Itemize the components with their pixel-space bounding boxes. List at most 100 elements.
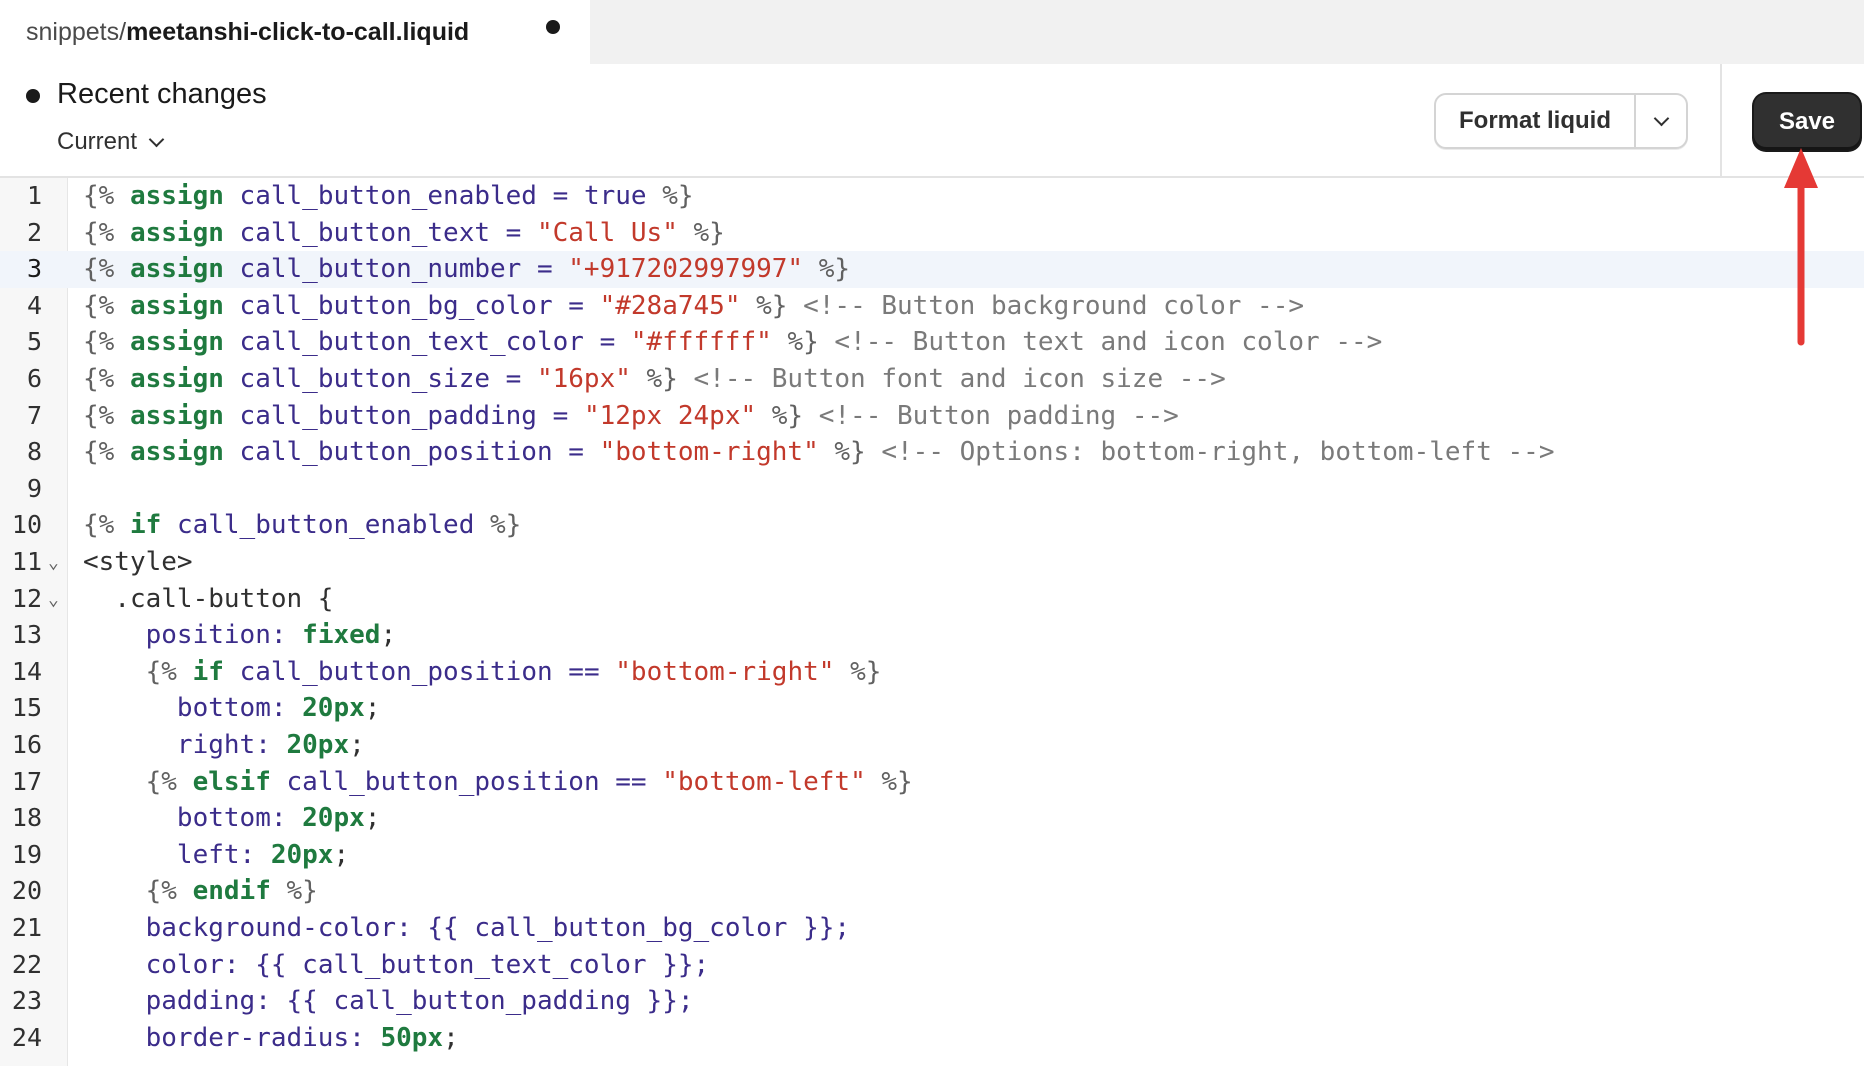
code-line[interactable]: 3 {% assign call_button_number = "+917202… bbox=[0, 251, 1864, 288]
line-number: 23 bbox=[11, 986, 42, 1016]
line-number: 20 bbox=[11, 876, 42, 906]
liquid-delimiter: {% bbox=[83, 437, 115, 468]
line-number: 15 bbox=[11, 693, 42, 723]
code-line[interactable]: 13 position: fixed; bbox=[0, 617, 1864, 654]
liquid-variable: call_button_text_color bbox=[302, 949, 647, 980]
fold-chevron-icon[interactable]: ⌄ bbox=[48, 545, 59, 582]
code-content: right: 20px; bbox=[83, 727, 365, 764]
line-number: 21 bbox=[11, 913, 42, 942]
code-line[interactable]: 4 {% assign call_button_bg_color = "#28a7… bbox=[0, 288, 1864, 325]
css-value: 20px bbox=[302, 693, 365, 724]
liquid-variable: call_button_enabled bbox=[176, 510, 475, 541]
code-line[interactable]: 22 color: {{ call_button_text_color }}; bbox=[0, 947, 1864, 984]
save-button[interactable]: Save bbox=[1754, 94, 1860, 150]
fold-chevron-icon[interactable]: ⌄ bbox=[48, 582, 59, 619]
liquid-variable: call_button_padding bbox=[333, 986, 631, 1017]
liquid-keyword: if bbox=[192, 656, 224, 687]
liquid-delimiter: {% bbox=[83, 217, 115, 248]
code-content: left: 20px; bbox=[83, 837, 349, 874]
liquid-delimiter: {% bbox=[83, 400, 115, 431]
code-line[interactable]: 14 {% if call_button_position == "bottom… bbox=[0, 654, 1864, 691]
code-line[interactable]: 6 {% assign call_button_size = "16px" %} … bbox=[0, 361, 1864, 398]
code-line[interactable]: 20 {% endif %} bbox=[0, 873, 1864, 910]
css-property: left: bbox=[176, 839, 271, 870]
code-line[interactable]: 17 {% elsif call_button_position == "bot… bbox=[0, 764, 1864, 801]
tab-filename: meetanshi-click-to-call.liquid bbox=[126, 17, 470, 46]
code-line[interactable]: 9 bbox=[0, 471, 1864, 508]
operator: == bbox=[615, 766, 647, 797]
code-line[interactable]: 1 {% assign call_button_enabled = true %} bbox=[0, 178, 1864, 215]
code-line[interactable]: 10 {% if call_button_enabled %} bbox=[0, 507, 1864, 544]
css-value: 20px bbox=[302, 803, 365, 834]
code-line[interactable]: 2 {% assign call_button_text = "Call Us" … bbox=[0, 215, 1864, 252]
code-line[interactable]: 11 ⌄ <style> bbox=[0, 544, 1864, 581]
code-line[interactable]: 5 {% assign call_button_text_color = "#ff… bbox=[0, 324, 1864, 361]
code-line[interactable]: 8 {% assign call_button_position = "botto… bbox=[0, 434, 1864, 471]
line-number: 14 bbox=[11, 656, 42, 686]
html-comment: <!-- Options: bottom-right, bottom-left … bbox=[881, 437, 1555, 468]
line-number: 18 bbox=[11, 803, 42, 833]
format-liquid-button[interactable]: Format liquid bbox=[1436, 95, 1636, 147]
code-line[interactable]: 24 border-radius: 50px; bbox=[0, 1020, 1864, 1057]
version-label: Current bbox=[57, 128, 138, 155]
code-line[interactable]: 16 right: 20px; bbox=[0, 727, 1864, 764]
liquid-variable: call_button_position bbox=[239, 437, 553, 468]
line-number: 22 bbox=[11, 949, 42, 979]
liquid-delimiter: %} bbox=[662, 181, 694, 211]
code-content: {% assign call_button_text = "Call Us" %… bbox=[83, 215, 725, 252]
html-comment: <!-- Button font and icon size --> bbox=[693, 364, 1226, 394]
liquid-keyword: assign bbox=[129, 327, 224, 358]
code-content: .call-button { bbox=[83, 581, 333, 618]
liquid-keyword: assign bbox=[129, 217, 224, 248]
liquid-variable: call_button_bg_color bbox=[474, 913, 788, 943]
code-content: padding: {{ call_button_padding }}; bbox=[83, 983, 694, 1020]
css-property: position: bbox=[145, 620, 303, 651]
code-text: ; bbox=[443, 1022, 459, 1053]
liquid-variable: call_button_enabled bbox=[239, 181, 537, 211]
header-divider bbox=[1720, 64, 1722, 178]
code-line[interactable]: 18 bottom: 20px; bbox=[0, 800, 1864, 837]
code-line[interactable]: 15 bottom: 20px; bbox=[0, 690, 1864, 727]
code-line[interactable]: 23 padding: {{ call_button_padding }}; bbox=[0, 983, 1864, 1020]
html-comment: <!-- Button padding --> bbox=[818, 400, 1179, 431]
line-number: 17 bbox=[11, 766, 42, 796]
code-line[interactable]: 21 background-color: {{ call_button_bg_c… bbox=[0, 910, 1864, 947]
format-options-button[interactable] bbox=[1636, 95, 1686, 147]
code-line[interactable]: 12 ⌄ .call-button { bbox=[0, 581, 1864, 618]
version-dropdown[interactable]: Current bbox=[57, 128, 165, 156]
file-tab[interactable]: snippets/meetanshi-click-to-call.liquid bbox=[0, 0, 590, 64]
chevron-down-icon bbox=[1653, 110, 1669, 126]
css-property: right: bbox=[176, 730, 287, 760]
code-line[interactable]: 19 left: 20px; bbox=[0, 837, 1864, 874]
liquid-keyword: assign bbox=[129, 290, 224, 321]
code-line[interactable]: 7 {% assign call_button_padding = "12px 2… bbox=[0, 398, 1864, 435]
liquid-delimiter: %} bbox=[818, 254, 851, 285]
string-literal: "Call Us" bbox=[536, 217, 678, 248]
liquid-variable: call_button_number bbox=[239, 254, 522, 285]
code-editor[interactable]: 1 {% assign call_button_enabled = true %}… bbox=[0, 178, 1864, 1066]
code-content: {% assign call_button_size = "16px" %} <… bbox=[83, 361, 1226, 398]
